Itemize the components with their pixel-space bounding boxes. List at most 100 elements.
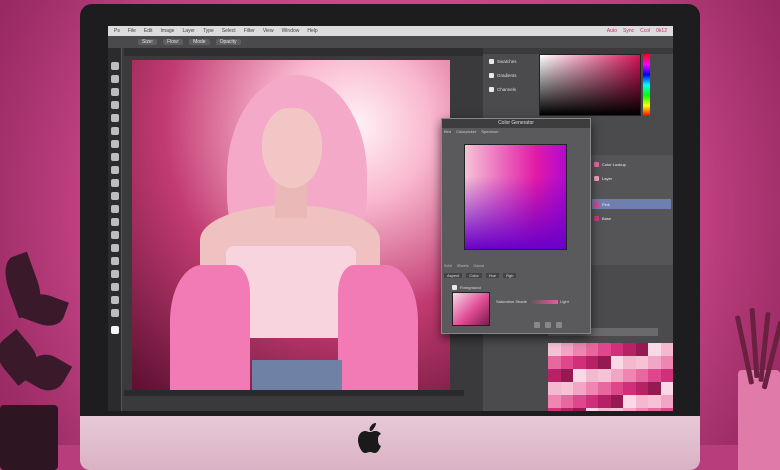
option-mode[interactable]: Mode — [189, 39, 210, 45]
swatch-cell[interactable] — [598, 343, 611, 356]
color-panel-field[interactable] — [539, 54, 641, 116]
swatch-cell[interactable] — [635, 343, 648, 356]
swatch-cell[interactable] — [573, 356, 586, 369]
swatch-cell[interactable] — [610, 382, 623, 395]
section-tab[interactable]: Solid — [444, 264, 452, 270]
quick-select-tool-icon[interactable] — [111, 101, 119, 109]
color-panel-hue-strip[interactable] — [643, 54, 650, 116]
dialog-tab[interactable]: Spectrum — [481, 129, 498, 135]
swatch-cell[interactable] — [560, 343, 573, 356]
swatch-cell[interactable] — [548, 395, 561, 408]
checkbox-icon[interactable] — [452, 284, 457, 290]
swatch-cell[interactable] — [548, 369, 561, 382]
document-tab-bar[interactable] — [124, 48, 484, 56]
menu-item-file[interactable]: File — [128, 28, 136, 34]
move-tool-icon[interactable] — [111, 62, 119, 70]
swatch-cell[interactable] — [648, 408, 661, 411]
type-tool-icon[interactable] — [111, 257, 119, 265]
option-hue[interactable]: Hue — [485, 272, 500, 278]
menu-item-filter[interactable]: Filter — [244, 28, 255, 34]
swatch-cell[interactable] — [610, 408, 623, 411]
zoom-tool-icon[interactable] — [111, 309, 119, 317]
menu-item-view[interactable]: View — [263, 28, 274, 34]
swatch-cell[interactable] — [585, 356, 598, 369]
menu-item-type[interactable]: Type — [203, 28, 214, 34]
swatch-cell[interactable] — [598, 356, 611, 369]
option-flow[interactable]: Flow: — [163, 39, 184, 45]
pen-tool-icon[interactable] — [111, 244, 119, 252]
swatch-cell[interactable] — [560, 408, 573, 411]
swatch-cell[interactable] — [648, 343, 661, 356]
swatch-cell[interactable] — [585, 343, 598, 356]
swatch-cell[interactable] — [635, 356, 648, 369]
crop-tool-icon[interactable] — [111, 114, 119, 122]
layer-row[interactable]: Layer — [592, 173, 671, 183]
path-select-tool-icon[interactable] — [111, 270, 119, 278]
swatch-cell[interactable] — [635, 408, 648, 411]
menu-item-layer[interactable]: Layer — [182, 28, 195, 34]
section-tab[interactable]: Gamut — [473, 264, 484, 270]
eyedropper-tool-icon[interactable] — [111, 127, 119, 135]
color-field[interactable] — [464, 144, 567, 250]
blur-tool-icon[interactable] — [111, 218, 119, 226]
swatch-cell[interactable] — [560, 356, 573, 369]
healing-tool-icon[interactable] — [111, 140, 119, 148]
swatch-cell[interactable] — [648, 395, 661, 408]
swatch-cell[interactable] — [623, 343, 636, 356]
link-icon[interactable] — [534, 322, 540, 328]
swatch-cell[interactable] — [610, 356, 623, 369]
swatch-cell[interactable] — [660, 356, 673, 369]
swatch-cell[interactable] — [573, 395, 586, 408]
layer-row[interactable]: Color Lookup — [592, 159, 671, 169]
foreground-row[interactable]: Foreground — [452, 283, 512, 291]
stamp-tool-icon[interactable] — [111, 166, 119, 174]
history-brush-tool-icon[interactable] — [111, 179, 119, 187]
swatch-cell[interactable] — [548, 382, 561, 395]
dodge-tool-icon[interactable] — [111, 231, 119, 239]
swatch-cell[interactable] — [648, 356, 661, 369]
lasso-tool-icon[interactable] — [111, 88, 119, 96]
swatch-cell[interactable] — [635, 395, 648, 408]
shape-tool-icon[interactable] — [111, 283, 119, 291]
menu-item-edit[interactable]: Edit — [144, 28, 153, 34]
trash-icon[interactable] — [556, 322, 562, 328]
option-size[interactable]: Size: — [138, 39, 158, 45]
swatch-cell[interactable] — [610, 343, 623, 356]
foreground-color-swatch[interactable] — [111, 326, 119, 334]
swatch-cell[interactable] — [635, 369, 648, 382]
dialog-tab[interactable]: Colorpicker — [456, 129, 476, 135]
swatch-cell[interactable] — [560, 395, 573, 408]
swatch-cell[interactable] — [548, 408, 561, 411]
hand-tool-icon[interactable] — [111, 296, 119, 304]
menu-item-image[interactable]: Image — [161, 28, 175, 34]
new-swatch-icon[interactable] — [545, 322, 551, 328]
swatch-cell[interactable] — [660, 395, 673, 408]
swatch-cell[interactable] — [623, 356, 636, 369]
swatch-cell[interactable] — [660, 343, 673, 356]
eraser-tool-icon[interactable] — [111, 192, 119, 200]
swatch-cell[interactable] — [585, 369, 598, 382]
option-opacity[interactable]: Opacity — [215, 39, 241, 45]
swatch-cell[interactable] — [573, 382, 586, 395]
layer-row-selected[interactable]: Pink — [592, 199, 671, 209]
swatch-cell[interactable] — [573, 343, 586, 356]
menu-item-select[interactable]: Select — [222, 28, 236, 34]
swatch-cell[interactable] — [635, 382, 648, 395]
dialog-tab[interactable]: Bird — [444, 129, 451, 135]
option-aspect[interactable]: Aspect — [444, 272, 463, 278]
option-rgb[interactable]: Rgb — [503, 272, 517, 278]
swatch-cell[interactable] — [573, 408, 586, 411]
swatch-cell[interactable] — [648, 382, 661, 395]
saturation-slider[interactable] — [528, 300, 558, 304]
swatch-cell[interactable] — [598, 395, 611, 408]
marquee-tool-icon[interactable] — [111, 75, 119, 83]
section-tab[interactable]: Wheels — [457, 264, 469, 270]
menu-item-help[interactable]: Help — [307, 28, 317, 34]
swatch-cell[interactable] — [660, 408, 673, 411]
swatch-cell[interactable] — [560, 369, 573, 382]
swatch-cell[interactable] — [610, 395, 623, 408]
menu-item-app[interactable]: Ps — [114, 28, 120, 34]
swatch-cell[interactable] — [623, 369, 636, 382]
swatch-cell[interactable] — [598, 369, 611, 382]
swatch-cell[interactable] — [623, 395, 636, 408]
